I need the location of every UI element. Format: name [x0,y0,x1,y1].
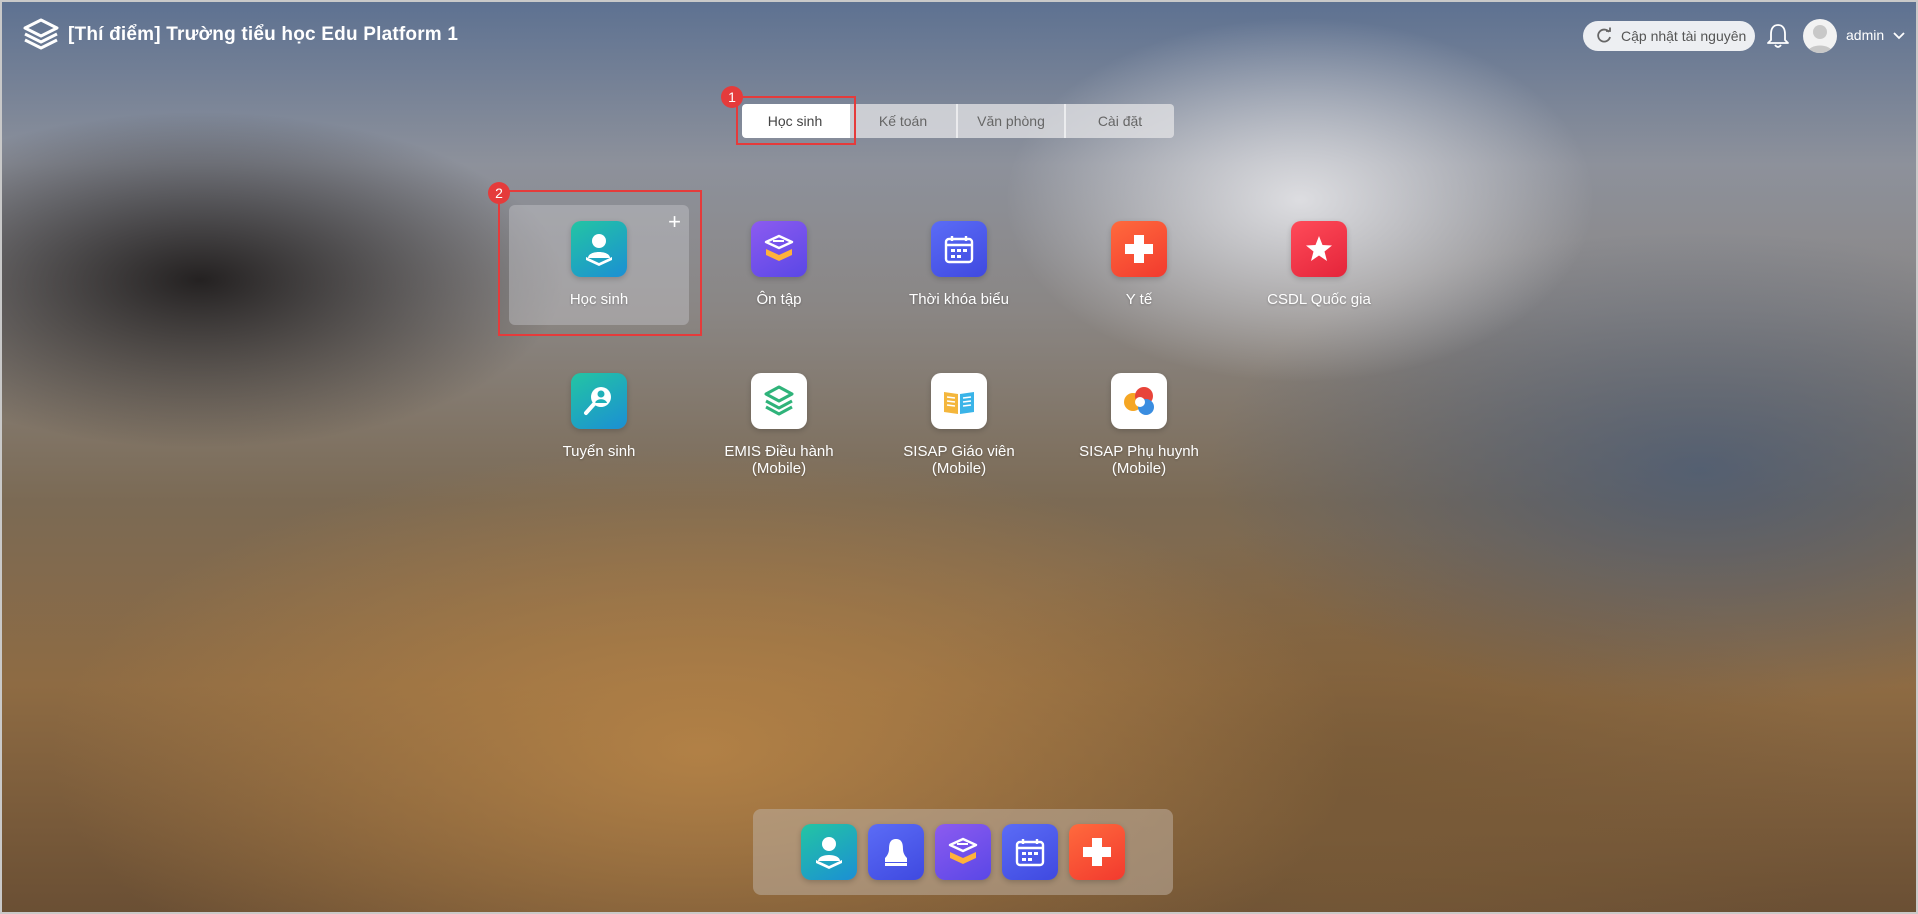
open-book-icon [931,373,987,429]
annotation-box-1 [736,96,856,145]
app-label: Học sinh [569,291,629,308]
app-label: Y tế [1125,291,1153,308]
app-y-te[interactable]: Y tế [1049,205,1229,325]
annotation-badge-2: 2 [488,182,510,204]
tab-cai-dat[interactable]: Cài đặt [1066,104,1174,138]
app-tuyen-sinh[interactable]: Tuyển sinh [509,357,689,477]
top-bar: [Thí điểm] Trường tiểu học Edu Platform … [0,0,1918,72]
edu-platform-logo-icon[interactable] [22,18,60,52]
calendar-icon [931,221,987,277]
app-label: CSDL Quốc gia [1267,291,1371,308]
app-label: Thời khóa biểu [909,291,1009,308]
chevron-down-icon[interactable] [1893,31,1905,41]
review-book-icon [751,221,807,277]
parent-app-icon [1111,373,1167,429]
avatar[interactable] [1803,19,1837,53]
app-thoi-khoa-bieu[interactable]: Thời khóa biểu [869,205,1049,325]
dock-student-icon[interactable] [801,824,857,880]
add-shortcut-icon[interactable]: + [668,211,681,233]
refresh-icon [1597,27,1611,43]
annotation-badge-1: 1 [721,86,743,108]
app-label: Tuyển sinh [562,443,636,460]
tab-ke-toan[interactable]: Kế toán [850,104,958,138]
app-hoc-sinh[interactable]: Học sinh + [509,205,689,325]
user-avatar-icon [1807,25,1833,53]
app-emis-dieu-hanh[interactable]: EMIS Điều hành (Mobile) [689,357,869,477]
username-label[interactable]: admin [1846,27,1884,43]
app-csdl-quoc-gia[interactable]: CSDL Quốc gia [1229,205,1409,325]
dock-user-silhouette-icon[interactable] [868,824,924,880]
tab-van-phong[interactable]: Văn phòng [958,104,1066,138]
app-label: EMIS Điều hành (Mobile) [724,443,834,477]
app-sisap-giao-vien[interactable]: SISAP Giáo viên (Mobile) [869,357,1049,477]
dock-medical-cross-icon[interactable] [1069,824,1125,880]
dock-review-book-icon[interactable] [935,824,991,880]
enrollment-search-icon [571,373,627,429]
medical-cross-icon [1111,221,1167,277]
page-title: [Thí điểm] Trường tiểu học Edu Platform … [68,24,459,45]
star-icon [1291,221,1347,277]
app-sisap-phu-huynh[interactable]: SISAP Phụ huynh (Mobile) [1049,357,1229,477]
app-label: SISAP Phụ huynh (Mobile) [1079,443,1199,477]
app-label: SISAP Giáo viên (Mobile) [903,443,1015,477]
update-resources-label: Cập nhật tài nguyên [1621,28,1747,44]
app-label: Ôn tập [756,291,802,308]
dock-calendar-icon[interactable] [1002,824,1058,880]
dock [753,809,1173,895]
bell-icon[interactable] [1765,22,1791,50]
emis-logo-icon [751,373,807,429]
update-resources-button[interactable]: Cập nhật tài nguyên [1583,21,1755,51]
student-icon [571,221,627,277]
app-on-tap[interactable]: Ôn tập [689,205,869,325]
